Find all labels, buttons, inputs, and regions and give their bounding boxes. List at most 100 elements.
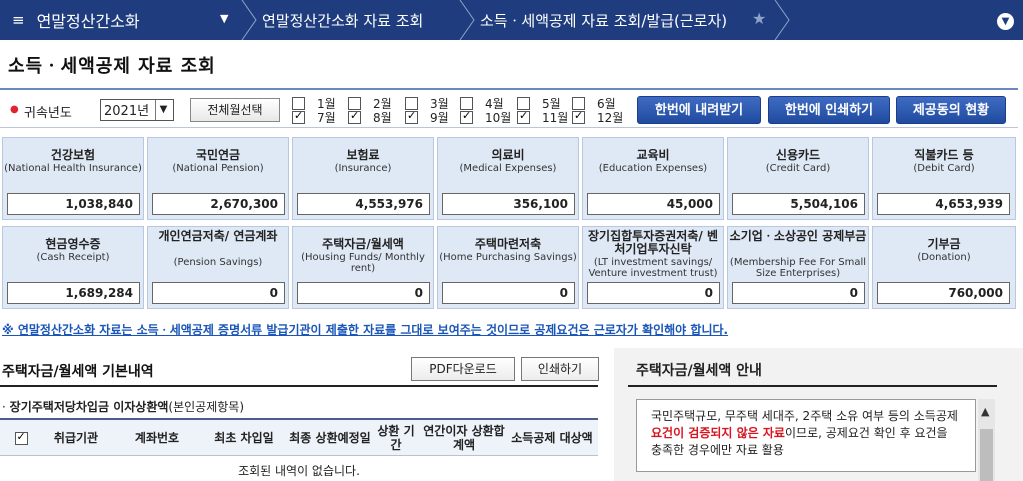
card-amount-field[interactable]: 0 [587, 282, 720, 304]
column-header: 취급기관 [53, 431, 99, 445]
card-amount-field[interactable]: 4,553,976 [297, 193, 430, 215]
card-amount-field[interactable]: 0 [732, 282, 865, 304]
select-all-months-button[interactable]: 전체월선택 [190, 98, 280, 122]
month-checkbox[interactable]: 8월 [348, 109, 392, 126]
column-header: 최종 상환예정일 [289, 431, 371, 445]
subsection-title-note: (본인공제항목) [168, 400, 245, 414]
card-title: 장기집합투자증권저축/ 벤처기업투자신탁 [587, 229, 718, 256]
deduction-card[interactable]: 신용카드 (Credit Card) 5,504,106 [727, 137, 869, 220]
card-subtitle: (Insurance) [334, 163, 392, 174]
checkbox-checked-icon[interactable] [572, 109, 585, 124]
card-subtitle: (Medical Expenses) [459, 163, 557, 174]
deduction-card[interactable]: 현금영수증 (Cash Receipt) 1,689,284 [2, 226, 144, 309]
card-amount-field[interactable]: 0 [152, 282, 285, 304]
month-checkbox[interactable]: 7월 [292, 109, 336, 126]
required-dot-icon: ● [10, 104, 19, 115]
pdf-download-button[interactable]: PDF다운로드 [411, 357, 515, 381]
deduction-card[interactable]: 교육비 (Education Expenses) 45,000 [582, 137, 724, 220]
card-amount-field[interactable]: 1,689,284 [7, 282, 140, 304]
card-title: 국민연금 [195, 148, 241, 162]
card-subtitle: (Credit Card) [765, 163, 831, 174]
subsection-title-main: 장기주택저당차입금 이자상환액 [9, 400, 169, 414]
print-all-button[interactable]: 한번에 인쇄하기 [768, 96, 890, 124]
scroll-thumb[interactable] [980, 429, 993, 481]
deduction-card[interactable]: 주택자금/월세액 (Housing Funds/ Monthly rent) 0 [292, 226, 434, 309]
card-amount-field[interactable]: 356,100 [442, 193, 575, 215]
card-amount-field[interactable]: 5,504,106 [732, 193, 865, 215]
card-title: 보험료 [346, 148, 380, 162]
deduction-card[interactable]: 주택마련저축 (Home Purchasing Savings) 0 [437, 226, 579, 309]
favorite-star-icon[interactable]: ★ [752, 9, 766, 28]
month-label: 12월 [597, 111, 624, 125]
card-amount-field[interactable]: 4,653,939 [877, 193, 1010, 215]
month-label: 11월 [542, 111, 569, 125]
notice-text[interactable]: ※ 연말정산간소화 자료는 소득ㆍ세액공제 증명서류 발급기관이 제출한 자료를… [2, 321, 728, 338]
card-amount-field[interactable]: 0 [297, 282, 430, 304]
card-amount-field[interactable]: 1,038,840 [7, 193, 140, 215]
chevron-down-icon: ▼ [155, 100, 171, 120]
hamburger-icon[interactable]: ≡ [12, 11, 25, 29]
year-select[interactable]: 2021년 ▼ [100, 99, 174, 121]
checkbox-checked-icon[interactable] [460, 109, 473, 124]
checkbox-checked-icon[interactable] [292, 109, 305, 124]
card-amount-field[interactable]: 45,000 [587, 193, 720, 215]
card-title: 직불카드 등 [914, 148, 974, 162]
download-all-button[interactable]: 한번에 내려받기 [637, 96, 761, 124]
print-button[interactable]: 인쇄하기 [521, 357, 599, 381]
card-title: 건강보험 [50, 148, 96, 162]
deduction-card[interactable]: 직불카드 등 (Debit Card) 4,653,939 [872, 137, 1016, 220]
month-checkbox[interactable]: 12월 [572, 109, 623, 126]
checkbox-checked-icon[interactable] [348, 109, 361, 124]
main-menu[interactable]: ≡ 연말정산간소화 ▼ [0, 0, 250, 40]
card-subtitle: (Education Expenses) [598, 163, 708, 174]
column-header: 계좌번호 [134, 431, 180, 445]
deduction-card[interactable]: 건강보험 (National Health Insurance) 1,038,840 [2, 137, 144, 220]
card-subtitle: (Housing Funds/ Monthly rent) [301, 252, 425, 274]
guide-divider [628, 385, 997, 387]
card-title: 주택자금/월세액 [322, 237, 404, 251]
guide-text: 국민주택규모, 무주택 세대주, 2주택 소유 여부 등의 소득공제 [651, 409, 958, 423]
top-nav: ≡ 연말정산간소화 ▼ 연말정산간소화 자료 조회 소득ㆍ세액공제 자료 조회/… [0, 0, 1023, 40]
deduction-card[interactable]: 보험료 (Insurance) 4,553,976 [292, 137, 434, 220]
deduction-card[interactable]: 개인연금저축/ 연금계좌 (Pension Savings) 0 [147, 226, 289, 309]
card-subtitle: (Debit Card) [913, 163, 975, 174]
card-amount-field[interactable]: 2,670,300 [152, 193, 285, 215]
column-header: 소득공제 대상액 [511, 431, 593, 445]
column-header: 최초 차입일 [214, 431, 274, 445]
deduction-card[interactable]: 장기집합투자증권저축/ 벤처기업투자신탁 (LT investment savin… [582, 226, 724, 309]
card-title: 기부금 [927, 237, 961, 251]
month-checkbox[interactable]: 11월 [517, 109, 568, 126]
checkbox-checked-icon[interactable] [405, 109, 418, 124]
scroll-up-icon[interactable]: ▲ [981, 405, 989, 418]
breadcrumb-item-2[interactable]: 소득ㆍ세액공제 자료 조회/발급(근로자) [480, 0, 727, 40]
card-amount-field[interactable]: 0 [442, 282, 575, 304]
housing-section-title: 주택자금/월세액 기본내역 [2, 364, 154, 380]
checkbox-checked-icon[interactable] [517, 109, 530, 124]
card-title: 개인연금저축/ 연금계좌 [158, 229, 278, 243]
deduction-card[interactable]: 소기업ㆍ소상공인 공제부금 (Membership Fee For Small S… [727, 226, 869, 309]
card-subtitle: (National Health Insurance) [4, 163, 142, 174]
caret-down-icon[interactable]: ▼ [220, 12, 228, 25]
card-subtitle: (Membership Fee For Small Size Enterpris… [729, 257, 867, 279]
deduction-card[interactable]: 국민연금 (National Pension) 2,670,300 [147, 137, 289, 220]
month-checkbox[interactable]: 9월 [405, 109, 449, 126]
card-subtitle: (Home Purchasing Savings) [439, 252, 577, 263]
page-title: 소득ㆍ세액공제 자료 조회 [8, 56, 216, 77]
guide-warning-text: 요건이 검증되지 않은 자료 [651, 426, 785, 440]
guide-scrollbar[interactable]: ▲ [978, 399, 995, 481]
card-amount-field[interactable]: 760,000 [877, 282, 1010, 304]
consent-status-button[interactable]: 제공동의 현황 [896, 96, 1006, 124]
breadcrumb-separator-icon [773, 0, 791, 40]
month-checkbox[interactable]: 10월 [460, 109, 511, 126]
card-subtitle: (Pension Savings) [173, 257, 263, 268]
expand-circle-icon[interactable]: ▼ [997, 13, 1014, 30]
breadcrumb-separator-icon [458, 0, 476, 40]
deduction-card[interactable]: 의료비 (Medical Expenses) 356,100 [437, 137, 579, 220]
breadcrumb-item-1[interactable]: 연말정산간소화 자료 조회 [262, 0, 423, 40]
card-title: 주택마련저축 [474, 237, 542, 251]
table-header: 취급기관 계좌번호 최초 차입일 최종 상환예정일 상환 기간 연간이자 상환합… [0, 418, 598, 456]
column-header: 상환 기간 [377, 424, 415, 452]
deduction-card[interactable]: 기부금 (Donation) 760,000 [872, 226, 1016, 309]
bullet-icon: · [2, 400, 6, 414]
header-checkbox[interactable] [4, 420, 38, 456]
